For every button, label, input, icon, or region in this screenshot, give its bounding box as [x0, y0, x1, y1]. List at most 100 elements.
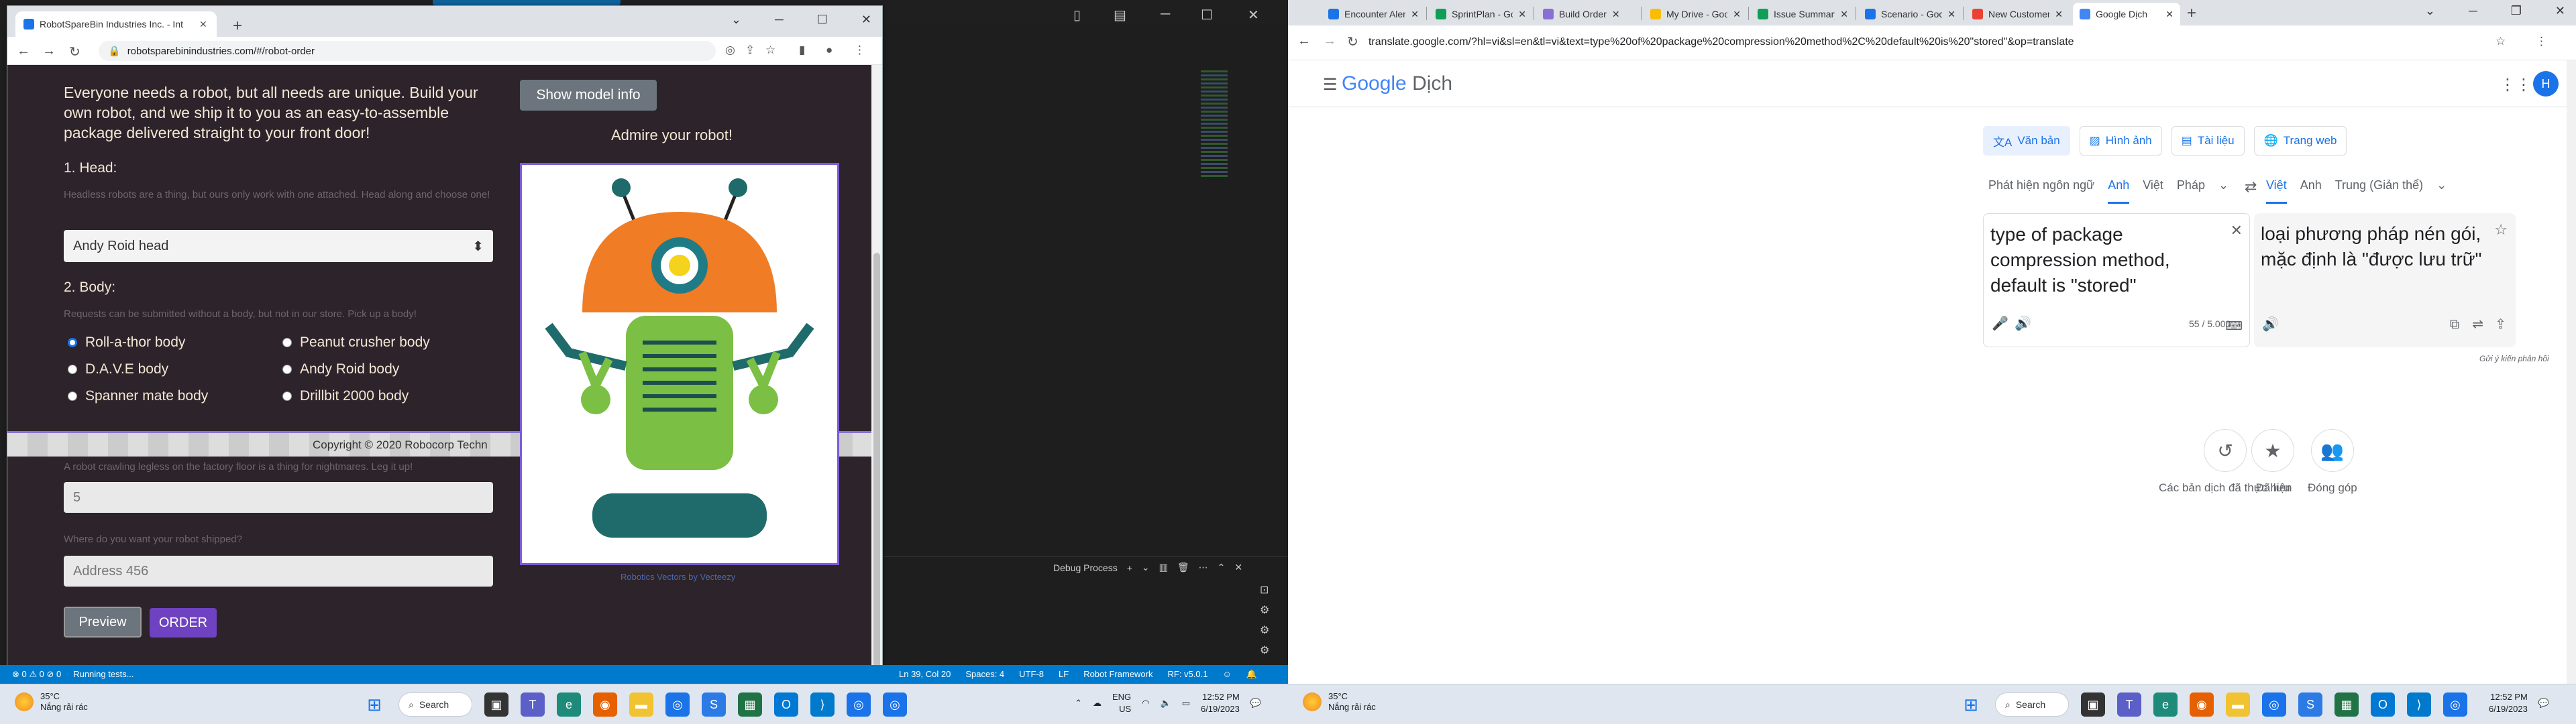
lang-vi-target[interactable]: Việt	[2266, 178, 2287, 204]
rf-version[interactable]: RF: v5.0.1	[1168, 669, 1208, 680]
windows-start-icon[interactable]: ⊞	[1959, 692, 1983, 717]
tab-my-drive[interactable]: My Drive - Google ✕	[1644, 3, 1748, 25]
close-tab-icon[interactable]: ✕	[1947, 9, 1955, 20]
running-tests-status[interactable]: Running tests...	[73, 669, 133, 680]
tool-websites[interactable]: 🌐 Trang web	[2253, 126, 2347, 156]
tab-new-customer[interactable]: New Customer Fo ✕	[1966, 3, 2070, 25]
page-scrollbar[interactable]	[871, 65, 882, 668]
bookmark-star-icon[interactable]: ☆	[2496, 35, 2506, 48]
lang-en-target[interactable]: Anh	[2300, 178, 2322, 204]
lang-en[interactable]: Anh	[2108, 178, 2130, 204]
google-lens-icon[interactable]: ◎	[725, 44, 735, 57]
tool-images[interactable]: ▨ Hình ảnh	[2079, 126, 2162, 156]
clock-time[interactable]: 12:52 PM	[1201, 691, 1240, 703]
close-tab-icon[interactable]: ✕	[1612, 9, 1620, 20]
close-icon[interactable]: ✕	[2555, 4, 2565, 18]
radio-icon[interactable]	[282, 391, 292, 401]
chrome-icon[interactable]: ◎	[883, 692, 907, 717]
eol[interactable]: LF	[1059, 669, 1069, 680]
image-credit-link[interactable]: Robotics Vectors by Vecteezy	[621, 572, 735, 582]
language-mode[interactable]: Robot Framework	[1083, 669, 1152, 680]
maximize-icon[interactable]: ☐	[1201, 7, 1213, 23]
lang-fr[interactable]: Pháp	[2177, 178, 2205, 204]
file-explorer-icon[interactable]: ▬	[629, 692, 653, 717]
indentation[interactable]: Spaces: 4	[965, 669, 1004, 680]
body-radio-0[interactable]: Roll-a-thor body	[68, 335, 185, 351]
clock-time[interactable]: 12:52 PM	[2489, 691, 2528, 703]
sheets-icon[interactable]: ▦	[2334, 692, 2359, 717]
speaker-icon[interactable]: 🔊	[2015, 315, 2031, 332]
encoding[interactable]: UTF-8	[1019, 669, 1044, 680]
edge-icon[interactable]: e	[557, 692, 581, 717]
menu-icon[interactable]: ⋮	[2536, 35, 2547, 48]
page-scrollbar[interactable]	[2567, 60, 2576, 684]
panel-toggle-icon[interactable]: ▯	[1073, 7, 1081, 23]
weather-widget[interactable]: 35°C Nắng rải rác	[15, 691, 88, 713]
microphone-icon[interactable]: 🎤	[1992, 315, 2008, 332]
vscode-command-center[interactable]	[433, 0, 621, 5]
chevron-down-icon[interactable]: ⌄	[731, 13, 741, 27]
gear-icon[interactable]: ⚙	[1260, 603, 1269, 617]
add-icon[interactable]: +	[1127, 562, 1132, 573]
close-icon[interactable]: ✕	[861, 13, 871, 27]
minimize-icon[interactable]: ─	[1161, 7, 1170, 22]
chevron-up-icon[interactable]: ⌃	[1075, 698, 1082, 709]
firefox-icon[interactable]: ◉	[593, 692, 617, 717]
reload-icon[interactable]: ↻	[1347, 34, 1358, 50]
legs-input[interactable]: 5	[64, 482, 493, 513]
new-tab-icon[interactable]: +	[2187, 4, 2196, 23]
close-icon[interactable]: ✕	[1248, 7, 1259, 23]
teams-icon[interactable]: T	[2117, 692, 2141, 717]
preview-button[interactable]: Preview	[64, 607, 142, 638]
address-input[interactable]: Address 456	[64, 556, 493, 587]
trash-icon[interactable]: 🗑	[1177, 562, 1189, 573]
feedback-link[interactable]: Gửi ý kiến phản hồi	[2479, 354, 2549, 363]
taskbar-search[interactable]: ⌕ Search	[398, 692, 472, 717]
chevron-down-icon[interactable]: ⌄	[2425, 4, 2435, 18]
radio-checked-icon[interactable]	[68, 338, 77, 347]
clock-date[interactable]: 6/19/2023	[2489, 703, 2528, 715]
omnibox[interactable]: translate.google.com/?hl=vi&sl=en&tl=vi&…	[1368, 36, 2442, 48]
radio-icon[interactable]	[282, 338, 292, 347]
sidepanel-icon[interactable]: ▮	[799, 44, 805, 57]
chrome-icon[interactable]: ◎	[2443, 692, 2467, 717]
new-tab-icon[interactable]: +	[233, 17, 242, 36]
account-avatar[interactable]: H	[2533, 71, 2559, 97]
clear-icon[interactable]: ✕	[2231, 222, 2243, 239]
source-text[interactable]: type of package compression method, defa…	[1990, 222, 2218, 298]
saved-button[interactable]: ★ Đã lưu	[2251, 429, 2294, 495]
radio-icon[interactable]	[282, 365, 292, 374]
vscode-icon[interactable]: ⟩	[810, 692, 835, 717]
google-translate-logo[interactable]: Google Dịch	[1342, 72, 1452, 95]
close-tab-icon[interactable]: ✕	[1411, 9, 1419, 20]
omnibox[interactable]: 🔒 robotsparebinindustries.com/#/robot-or…	[99, 41, 716, 61]
contribute-button[interactable]: 👥 Đóng góp	[2308, 429, 2357, 495]
minimap[interactable]	[1201, 70, 1228, 178]
reload-icon[interactable]: ↻	[69, 44, 80, 60]
rate-icon[interactable]: ⇌	[2472, 316, 2483, 333]
chevron-down-icon[interactable]: ⌄	[2436, 178, 2447, 204]
copy-icon[interactable]: ⧉	[2450, 317, 2459, 333]
layout-customize-icon[interactable]: ▤	[1114, 7, 1126, 23]
body-radio-5[interactable]: Drillbit 2000 body	[282, 388, 409, 404]
body-radio-1[interactable]: Peanut crusher body	[282, 335, 430, 351]
scrollbar-thumb[interactable]	[873, 253, 880, 668]
close-tab-icon[interactable]: ✕	[1840, 9, 1848, 20]
chrome-icon[interactable]: ◎	[847, 692, 871, 717]
maximize-icon[interactable]: ☐	[817, 13, 828, 27]
task-view-icon[interactable]: ▣	[2081, 692, 2105, 717]
tab-scenario[interactable]: Scenario - Googl ✕	[1858, 3, 1962, 25]
source-textbox[interactable]: type of package compression method, defa…	[1983, 213, 2250, 347]
battery-icon[interactable]: ▭	[1182, 698, 1190, 709]
star-icon[interactable]: ☆	[2494, 221, 2508, 239]
chrome-icon[interactable]: ◎	[665, 692, 690, 717]
tab-sprintplan[interactable]: SprintPlan - Goog ✕	[1429, 3, 1533, 25]
swap-languages-icon[interactable]: ⇄	[2245, 178, 2257, 196]
chevron-down-icon[interactable]: ⌄	[2218, 178, 2229, 204]
tool-documents[interactable]: ▤ Tài liệu	[2171, 126, 2245, 156]
close-tab-icon[interactable]: ✕	[1733, 9, 1741, 20]
tab-google-dich[interactable]: Google Dịch ✕	[2073, 3, 2180, 25]
taskbar-search[interactable]: ⌕ Search	[1995, 692, 2069, 717]
lang-detect[interactable]: Phát hiện ngôn ngữ	[1988, 178, 2094, 204]
minimize-icon[interactable]: ─	[775, 13, 784, 27]
